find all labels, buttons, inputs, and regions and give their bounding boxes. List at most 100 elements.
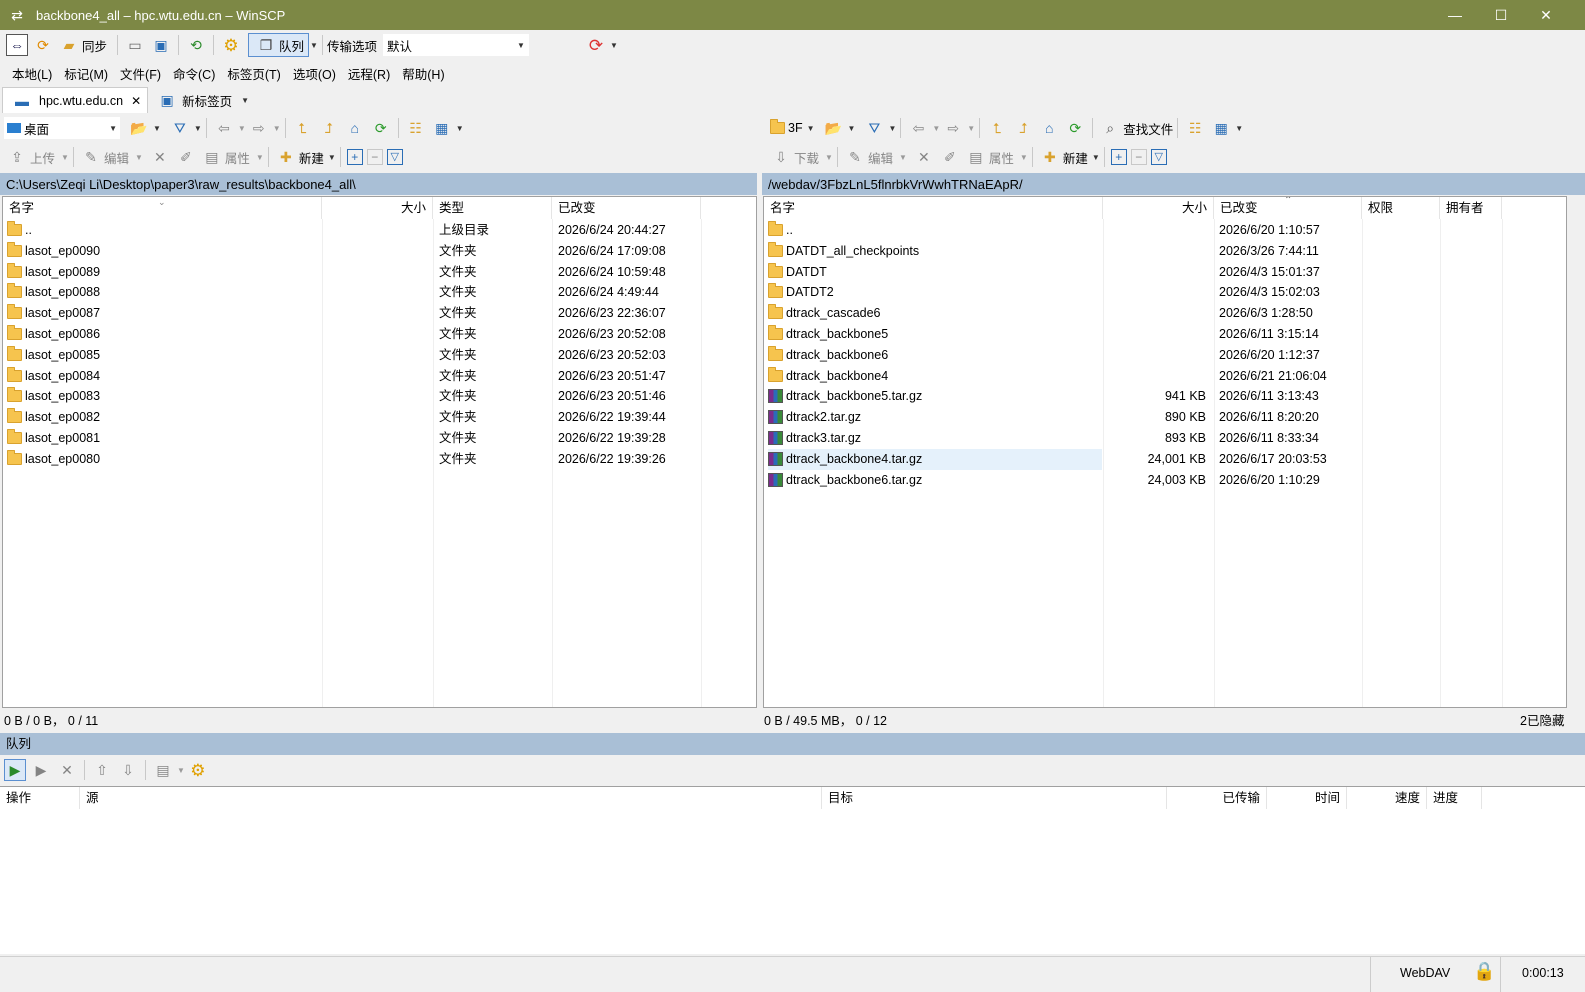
table-row[interactable]: lasot_ep0085 文件夹 2026/6/23 20:52:03 [3, 345, 756, 366]
table-row[interactable]: lasot_ep0088 文件夹 2026/6/24 4:49:44 [3, 282, 756, 303]
move-down-icon[interactable]: ⇩ [117, 759, 139, 781]
edit-label[interactable]: 编辑 [868, 148, 893, 167]
edit-dropdown[interactable]: ▼ [135, 153, 143, 162]
table-row[interactable]: dtrack_backbone5.tar.gz 941 KB 2026/6/11 3… [764, 386, 1566, 407]
view-mode-dropdown[interactable]: ▼ [456, 124, 464, 133]
menu-options[interactable]: 选项(O) [293, 64, 336, 83]
reconnect-icon[interactable]: ⟳ [585, 34, 607, 56]
parent-directory-row[interactable]: .. 上级目录 2026/6/24 20:44:27 [3, 220, 756, 241]
open-folder-dropdown[interactable]: ▼ [848, 124, 856, 133]
upload-label[interactable]: 上传 [30, 148, 55, 167]
compare-icon[interactable]: ⇔ [6, 34, 28, 56]
queue-column-progress[interactable]: 进度 [1427, 787, 1482, 809]
column-size[interactable]: 大小 [322, 197, 433, 219]
find-files-button[interactable]: ⌕ 查找文件 [1097, 117, 1173, 139]
edit-dropdown[interactable]: ▼ [899, 153, 907, 162]
new-dropdown[interactable]: ▼ [328, 153, 336, 162]
parent-directory-icon[interactable]: ⮤ [986, 117, 1008, 139]
queue-settings-dropdown[interactable]: ▼ [177, 766, 185, 775]
filter-select-icon[interactable]: ▽ [1150, 149, 1167, 165]
chevron-down-icon[interactable]: ▼ [241, 96, 249, 105]
root-directory-icon[interactable]: ⮥ [318, 117, 340, 139]
hidden-files-status[interactable]: 2已隐藏 [1520, 709, 1564, 729]
refresh-icon[interactable]: ⟳ [370, 117, 392, 139]
sync-folder-icon[interactable]: ▰ [58, 34, 80, 56]
preferences-gear-icon[interactable]: ⚙ [220, 34, 242, 56]
table-row[interactable]: lasot_ep0082 文件夹 2026/6/22 19:39:44 [3, 407, 756, 428]
queue-list[interactable]: 操作 源 目标 已传输 时间 速度 进度 [0, 786, 1585, 954]
maximize-button[interactable]: ☐ [1478, 0, 1524, 30]
menu-mark[interactable]: 标记(M) [64, 64, 108, 83]
column-name[interactable]: 名字 ⌄ [3, 197, 322, 219]
menu-remote[interactable]: 远程(R) [348, 64, 390, 83]
rename-icon[interactable]: ✐ [939, 146, 961, 168]
column-name[interactable]: 名字 [764, 197, 1103, 219]
unselect-icon[interactable]: − [366, 149, 383, 165]
table-row[interactable]: dtrack_backbone4 2026/6/21 21:06:04 [764, 366, 1566, 387]
new-dropdown[interactable]: ▼ [1092, 153, 1100, 162]
filter-select-icon[interactable]: ▽ [386, 149, 403, 165]
view-mode-icon[interactable]: ▦ [431, 117, 453, 139]
local-file-list[interactable]: 名字 ⌄ 大小 类型 已改变 .. 上级目录 2026/6/24 20:44:27 la… [2, 196, 757, 708]
local-path-bar[interactable]: C:\Users\Zeqi Li\Desktop\paper3\raw_resu… [0, 173, 757, 195]
refresh-icon[interactable]: ⟳ [1064, 117, 1086, 139]
queue-column-source[interactable]: 源 [80, 787, 822, 809]
delete-icon[interactable]: ✕ [149, 146, 171, 168]
unselect-icon[interactable]: − [1130, 149, 1147, 165]
properties-icon[interactable]: ▤ [201, 146, 223, 168]
forward-dropdown[interactable]: ▼ [273, 124, 281, 133]
forward-icon[interactable]: ⇨ [248, 117, 270, 139]
upload-dropdown[interactable]: ▼ [61, 153, 69, 162]
download-dropdown[interactable]: ▼ [825, 153, 833, 162]
tree-icon[interactable]: ☷ [405, 117, 427, 139]
menu-local[interactable]: 本地(L) [12, 64, 52, 83]
column-rights[interactable]: 权限 [1362, 197, 1440, 219]
column-changed[interactable]: 已改变 ⌃ [1214, 197, 1362, 219]
lock-icon[interactable]: 🔒 [1473, 961, 1495, 982]
close-tab-icon[interactable]: ✕ [131, 94, 141, 108]
rename-icon[interactable]: ✐ [175, 146, 197, 168]
view-mode-dropdown[interactable]: ▼ [1235, 124, 1243, 133]
table-row[interactable]: lasot_ep0080 文件夹 2026/6/22 19:39:26 [3, 449, 756, 470]
table-row[interactable]: DATDT2 2026/4/3 15:02:03 [764, 282, 1566, 303]
table-row[interactable]: DATDT_all_checkpoints 2026/3/26 7:44:11 [764, 241, 1566, 262]
column-type[interactable]: 类型 [433, 197, 552, 219]
edit-label[interactable]: 编辑 [104, 148, 129, 167]
download-label[interactable]: 下载 [794, 148, 819, 167]
forward-icon[interactable]: ⇨ [942, 117, 964, 139]
queue-column-operation[interactable]: 操作 [0, 787, 80, 809]
view-mode-icon[interactable]: ▦ [1210, 117, 1232, 139]
minimize-button[interactable]: — [1432, 0, 1478, 30]
local-location-select[interactable]: 桌面 ▼ [4, 117, 120, 139]
properties-icon[interactable]: ▤ [965, 146, 987, 168]
properties-dropdown[interactable]: ▼ [1020, 153, 1028, 162]
home-icon[interactable]: ⌂ [344, 117, 366, 139]
cancel-icon[interactable]: ✕ [56, 759, 78, 781]
table-row[interactable]: dtrack_backbone6.tar.gz 24,003 KB 2026/6/2… [764, 470, 1566, 491]
new-label[interactable]: 新建 [1063, 148, 1088, 167]
table-row[interactable]: dtrack_cascade6 2026/6/3 1:28:50 [764, 303, 1566, 324]
column-size[interactable]: 大小 [1103, 197, 1214, 219]
table-row[interactable]: dtrack_backbone4.tar.gz 24,001 KB 2026/6/1… [764, 448, 1566, 470]
remote-path-bar[interactable]: /webdav/3FbzLnL5flnrbkVrWwhTRNaEApR/ [762, 173, 1585, 195]
properties-label[interactable]: 属性 [989, 148, 1014, 167]
filter-dropdown[interactable]: ▼ [888, 124, 896, 133]
play-icon[interactable]: ▶ [30, 759, 52, 781]
new-folder-icon[interactable]: ✚ [1039, 146, 1061, 168]
table-row[interactable]: lasot_ep0086 文件夹 2026/6/23 20:52:08 [3, 324, 756, 345]
queue-column-time[interactable]: 时间 [1267, 787, 1347, 809]
filter-icon[interactable]: ⛛ [863, 117, 885, 139]
delete-icon[interactable]: ✕ [913, 146, 935, 168]
queue-go-icon[interactable]: ▶ [4, 759, 26, 781]
tab-new[interactable]: ▣ 新标签页 ▼ [148, 87, 255, 113]
forward-dropdown[interactable]: ▼ [967, 124, 975, 133]
upload-icon[interactable]: ⇪ [6, 146, 28, 168]
table-row[interactable]: lasot_ep0087 文件夹 2026/6/23 22:36:07 [3, 303, 756, 324]
open-folder-icon[interactable]: 📂 [823, 117, 845, 139]
queue-button[interactable]: ❐ 队列 [248, 33, 310, 57]
column-owner[interactable]: 拥有者 [1440, 197, 1502, 219]
tab-session[interactable]: ▬ hpc.wtu.edu.cn ✕ [2, 87, 149, 113]
sync-icon[interactable]: ⟲ [185, 34, 207, 56]
remote-file-list[interactable]: 名字 大小 已改变 ⌃ 权限 拥有者 .. 2026/6/20 1:10:57 DAT… [763, 196, 1567, 708]
menu-file[interactable]: 文件(F) [120, 64, 161, 83]
